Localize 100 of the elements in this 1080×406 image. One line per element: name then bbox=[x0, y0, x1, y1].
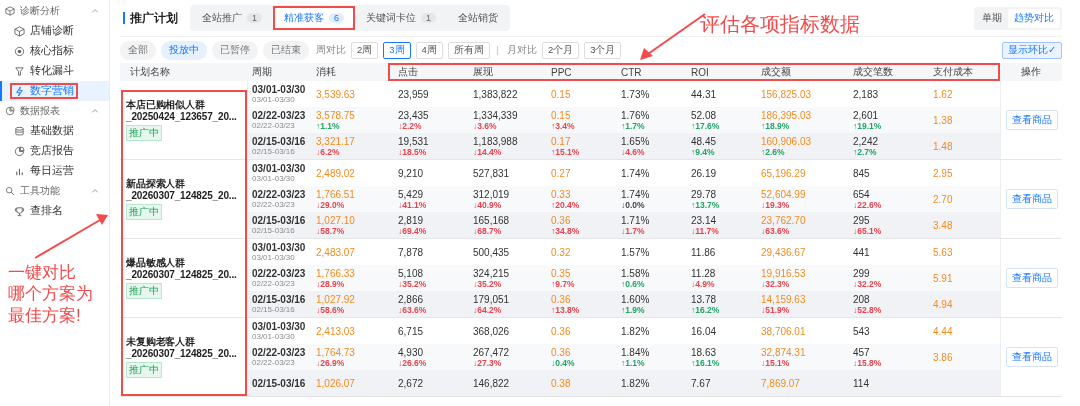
chevron-icon[interactable] bbox=[91, 107, 99, 115]
sidebar-item[interactable]: 核心指标 bbox=[0, 41, 109, 61]
metric-value: 52,604.99 bbox=[761, 188, 806, 200]
column-header: 点击 bbox=[397, 65, 419, 79]
metric-value: 0.38 bbox=[551, 377, 571, 389]
view-toggle-option[interactable]: 单期 bbox=[976, 8, 1008, 28]
metric-value: 1.60% bbox=[621, 293, 650, 305]
sidebar-item[interactable]: 基础数据 bbox=[0, 121, 109, 141]
chevron-icon[interactable] bbox=[91, 187, 99, 195]
metric-value: 1.62 bbox=[933, 88, 953, 100]
pie-chart-icon bbox=[5, 106, 15, 116]
period-subtext: 03/01-03/30 bbox=[252, 94, 295, 105]
month-option[interactable]: 2个月 bbox=[541, 41, 580, 59]
status-filter-chip[interactable]: 已暂停 bbox=[212, 40, 258, 60]
period-text: 02/15-03/16 bbox=[252, 293, 306, 305]
sidebar-item[interactable]: 每日运营 bbox=[0, 161, 109, 181]
chevron-icon[interactable] bbox=[91, 7, 99, 15]
metric-value: 179,051 bbox=[473, 293, 510, 305]
change-percent: ↓52.8% bbox=[853, 304, 882, 315]
metric-value: 324,215 bbox=[473, 267, 510, 279]
count-badge: 1 bbox=[247, 13, 262, 23]
metric-value: 1.84% bbox=[621, 346, 650, 358]
metric-value: 1.82% bbox=[621, 377, 650, 389]
sidebar-group-label[interactable]: 工具功能 bbox=[20, 184, 86, 198]
cube-icon bbox=[5, 6, 15, 16]
week-option[interactable]: 所有周 bbox=[447, 41, 490, 59]
status-tag: 推广中 bbox=[126, 362, 162, 378]
metric-value: 44.31 bbox=[691, 88, 717, 100]
database-icon bbox=[14, 125, 25, 137]
metric-value: 0.36 bbox=[551, 325, 571, 337]
column-header: 展现 bbox=[472, 65, 494, 79]
metric-value: 654 bbox=[853, 188, 870, 200]
period-subtext: 02/15-03/16 bbox=[252, 146, 295, 157]
status-filter-chip[interactable]: 投放中 bbox=[161, 40, 207, 60]
change-percent: ↑1.9% bbox=[621, 304, 645, 315]
change-percent: ↓0.4% bbox=[551, 357, 575, 368]
period-text: 02/22-03/23 bbox=[252, 346, 306, 358]
plan-tab[interactable]: 全站销货 bbox=[449, 8, 508, 28]
view-products-button[interactable]: 查看商品 bbox=[1005, 268, 1058, 288]
period-text: 02/15-03/16 bbox=[252, 214, 306, 226]
change-percent: ↑2.6% bbox=[761, 146, 785, 157]
column-header: PPC bbox=[550, 65, 573, 80]
sidebar-item[interactable]: 转化漏斗 bbox=[0, 61, 109, 81]
metric-value: 5.63 bbox=[933, 246, 953, 258]
metric-value: 16.04 bbox=[691, 325, 717, 337]
metric-value: 29,436.67 bbox=[761, 246, 806, 258]
metric-value: 1,766.51 bbox=[316, 188, 355, 200]
change-percent: ↑19.1% bbox=[853, 120, 882, 131]
sidebar-item[interactable]: 店铺诊断 bbox=[0, 21, 109, 41]
metric-value: 38,706.01 bbox=[761, 325, 806, 337]
metric-value: 6,715 bbox=[398, 325, 424, 337]
sidebar-group-label[interactable]: 数据报表 bbox=[20, 104, 86, 118]
metric-value: 2,819 bbox=[398, 214, 424, 226]
metric-value: 48.45 bbox=[691, 135, 717, 147]
status-filter-chip[interactable]: 全部 bbox=[120, 40, 156, 60]
metric-value: 13.78 bbox=[691, 293, 717, 305]
week-option[interactable]: 2周 bbox=[351, 41, 379, 59]
column-header: 支付成本 bbox=[932, 65, 974, 79]
compare-toggle[interactable]: 显示环比✓ bbox=[1002, 41, 1062, 59]
funnel-icon bbox=[14, 65, 25, 77]
plan-name: 未复购老客人群_20260307_124825_20... bbox=[126, 336, 238, 360]
metric-value: 5,108 bbox=[398, 267, 424, 279]
change-percent: ↑1.7% bbox=[621, 120, 645, 131]
change-percent: ↓14.4% bbox=[473, 146, 502, 157]
sidebar-item[interactable]: 查排名 bbox=[0, 201, 109, 221]
change-percent: ↓40.9% bbox=[473, 199, 502, 210]
metric-value: 0.36 bbox=[551, 214, 571, 226]
week-option[interactable]: 4周 bbox=[415, 41, 443, 59]
metric-value: 0.17 bbox=[551, 135, 571, 147]
metric-value: 1.48 bbox=[933, 140, 953, 152]
period-text: 03/01-03/30 bbox=[252, 320, 306, 332]
view-toggle-option[interactable]: 趋势对比 bbox=[1008, 8, 1060, 28]
view-products-button[interactable]: 查看商品 bbox=[1005, 189, 1058, 209]
plan-tab[interactable]: 精准获客 6 bbox=[275, 8, 354, 28]
sidebar-item[interactable]: 竞店报告 bbox=[0, 141, 109, 161]
view-products-button[interactable]: 查看商品 bbox=[1005, 110, 1058, 130]
metric-value: 160,906.03 bbox=[761, 135, 812, 147]
metric-value: 2,601 bbox=[853, 109, 879, 121]
metric-value: 9,210 bbox=[398, 167, 424, 179]
status-filter-chip[interactable]: 已结束 bbox=[263, 40, 309, 60]
metric-value: 4,930 bbox=[398, 346, 424, 358]
change-percent: ↓64.2% bbox=[473, 304, 502, 315]
metric-value: 1,027.10 bbox=[316, 214, 355, 226]
view-products-button[interactable]: 查看商品 bbox=[1005, 347, 1058, 367]
metric-value: 312,019 bbox=[473, 188, 510, 200]
metric-value: 1.65% bbox=[621, 135, 650, 147]
plan-tab[interactable]: 全站推广 1 bbox=[193, 8, 271, 28]
metric-value: 2,183 bbox=[853, 88, 879, 100]
plan-name: 新品探索人群_20260307_124825_20... bbox=[126, 178, 238, 202]
trophy-icon bbox=[14, 205, 25, 217]
month-option[interactable]: 3个月 bbox=[584, 41, 622, 59]
week-option[interactable]: 3周 bbox=[383, 41, 411, 59]
status-tag: 推广中 bbox=[126, 283, 162, 299]
sidebar-group-label[interactable]: 诊断分析 bbox=[20, 4, 86, 18]
change-percent: ↓18.5% bbox=[398, 146, 427, 157]
column-header: CTR bbox=[620, 65, 643, 80]
plan-tab[interactable]: 关键词卡位 1 bbox=[357, 8, 446, 28]
change-percent: ↑3.4% bbox=[551, 120, 575, 131]
metric-value: 1,183,988 bbox=[473, 135, 518, 147]
annotation-text: 一键对比 哪个方案为 最佳方案! bbox=[8, 262, 93, 326]
